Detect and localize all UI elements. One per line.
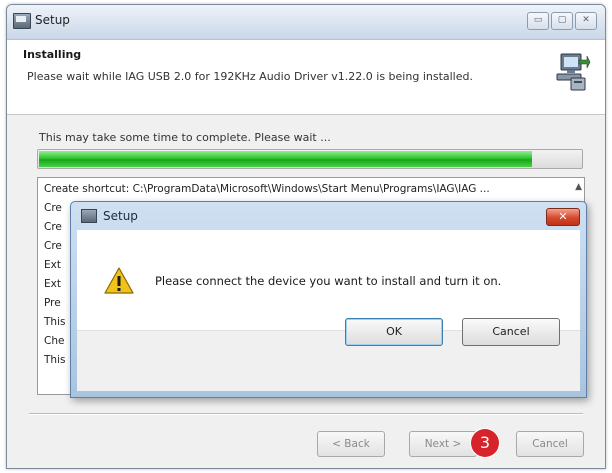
step-badge: 3 <box>471 429 499 457</box>
dialog-close-button[interactable]: ✕ <box>546 208 580 226</box>
progress-bar <box>37 149 583 169</box>
maximize-button[interactable]: ▢ <box>551 12 573 30</box>
scroll-up-icon[interactable]: ▲ <box>575 182 582 192</box>
dialog-message: Please connect the device you want to in… <box>155 274 502 288</box>
page-subtitle: Please wait while IAG USB 2.0 for 192KHz… <box>27 70 473 83</box>
close-button[interactable]: ✕ <box>575 12 597 30</box>
title-bar[interactable]: Setup ▭ ▢ ✕ <box>7 5 605 40</box>
list-item: Cre <box>44 221 62 233</box>
info-text: This may take some time to complete. Ple… <box>39 131 331 144</box>
list-item: Cre <box>44 202 62 214</box>
dialog-message-area: Please connect the device you want to in… <box>77 230 580 330</box>
list-item: Create shortcut: C:\ProgramData\Microsof… <box>44 183 490 195</box>
dialog-body: Please connect the device you want to in… <box>77 230 580 391</box>
ok-button[interactable]: OK <box>345 318 443 346</box>
installer-computer-icon <box>556 53 591 91</box>
connect-device-dialog: Setup ✕ Please connect the device you wa… <box>70 201 587 398</box>
list-item: Cre <box>44 240 62 252</box>
list-item: Che <box>44 335 65 347</box>
list-item: This <box>44 354 66 366</box>
back-button[interactable]: < Back <box>317 431 385 457</box>
minimize-button[interactable]: ▭ <box>527 12 549 30</box>
dialog-app-icon <box>81 209 97 223</box>
list-item: Ext <box>44 259 61 271</box>
list-item: Pre <box>44 297 61 309</box>
cancel-button[interactable]: Cancel <box>516 431 584 457</box>
list-item: Ext <box>44 278 61 290</box>
window-title: Setup <box>35 13 70 27</box>
page-title: Installing <box>23 48 82 61</box>
header-panel: Installing Please wait while IAG USB 2.0… <box>7 40 605 115</box>
list-item: This <box>44 316 66 328</box>
dialog-title-bar[interactable]: Setup ✕ <box>71 202 586 230</box>
dialog-cancel-button[interactable]: Cancel <box>462 318 560 346</box>
setup-app-icon <box>13 13 31 29</box>
next-button[interactable]: Next > <box>409 431 477 457</box>
warning-icon <box>104 267 134 294</box>
footer-divider <box>29 413 583 415</box>
dialog-title: Setup <box>103 209 138 223</box>
progress-fill <box>39 151 533 167</box>
